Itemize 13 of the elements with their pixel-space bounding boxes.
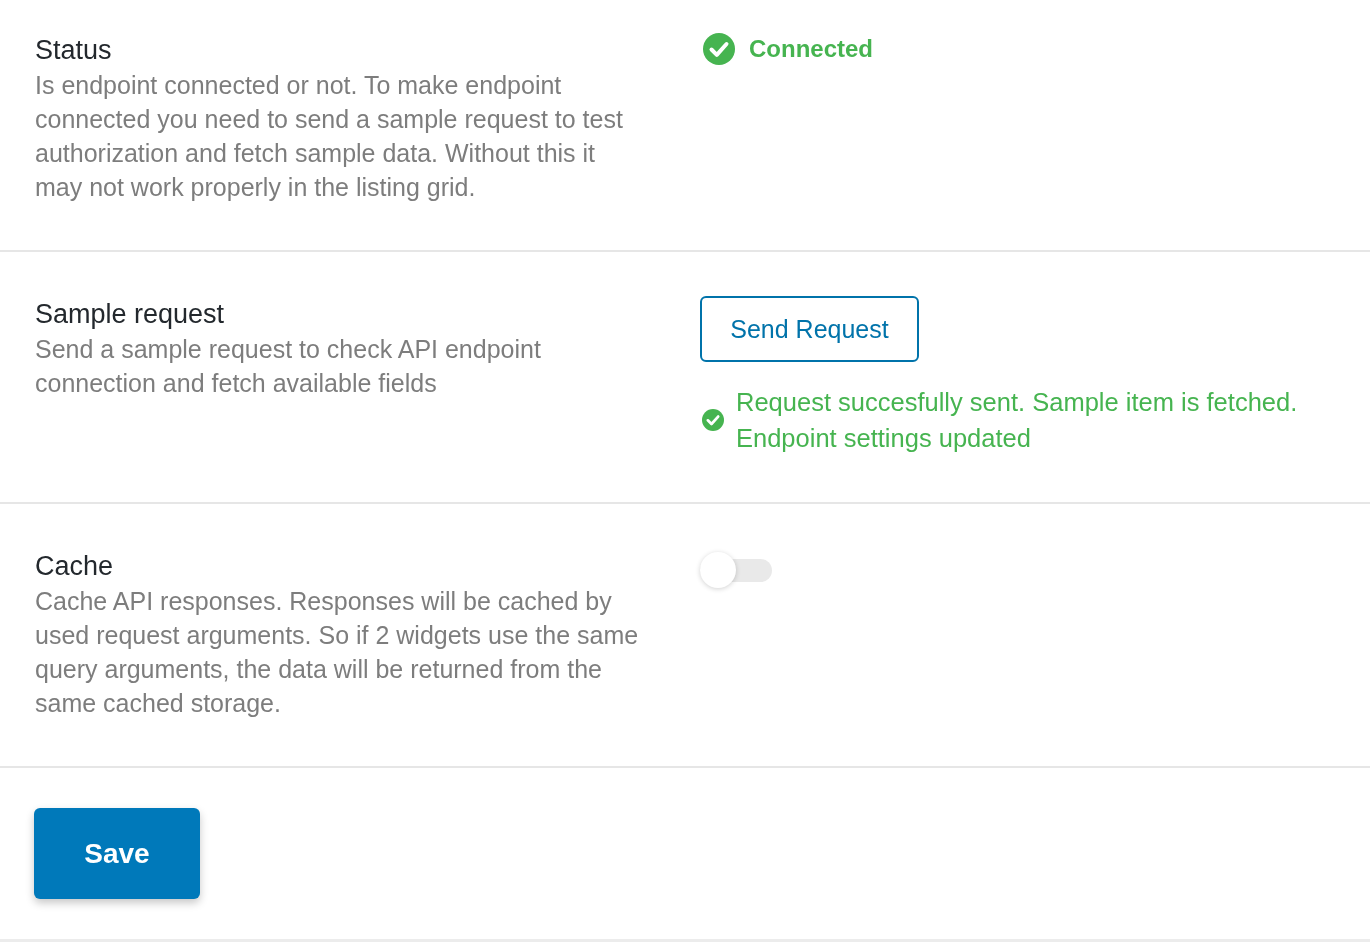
setting-description: Is endpoint connected or not. To make endpoint connected you need to send a sample request to test authorization and fetch sample data. Without this it may not work properly in the listing grid. [35,70,624,203]
check-circle-icon [703,33,735,65]
success-message: Request succesfully sent. Sample item is fetched. Endpoint settings updated [736,387,1299,454]
check-circle-icon [702,409,724,431]
status-label: Connected [749,34,873,64]
setting-title: Sample request [35,298,226,331]
send-request-button[interactable]: Send Request [700,296,919,362]
setting-title: Cache [35,550,115,583]
setting-description: Send a sample request to check API endpoint connection and fetch available fields [35,334,542,399]
setting-title: Status [35,34,113,67]
cache-toggle[interactable] [700,552,772,588]
save-button[interactable]: Save [34,808,200,899]
setting-description: Cache API responses. Responses will be cached by used request arguments. So if 2 widgets use the same query arguments, the data will be returned from the same cached storage. [35,586,640,719]
